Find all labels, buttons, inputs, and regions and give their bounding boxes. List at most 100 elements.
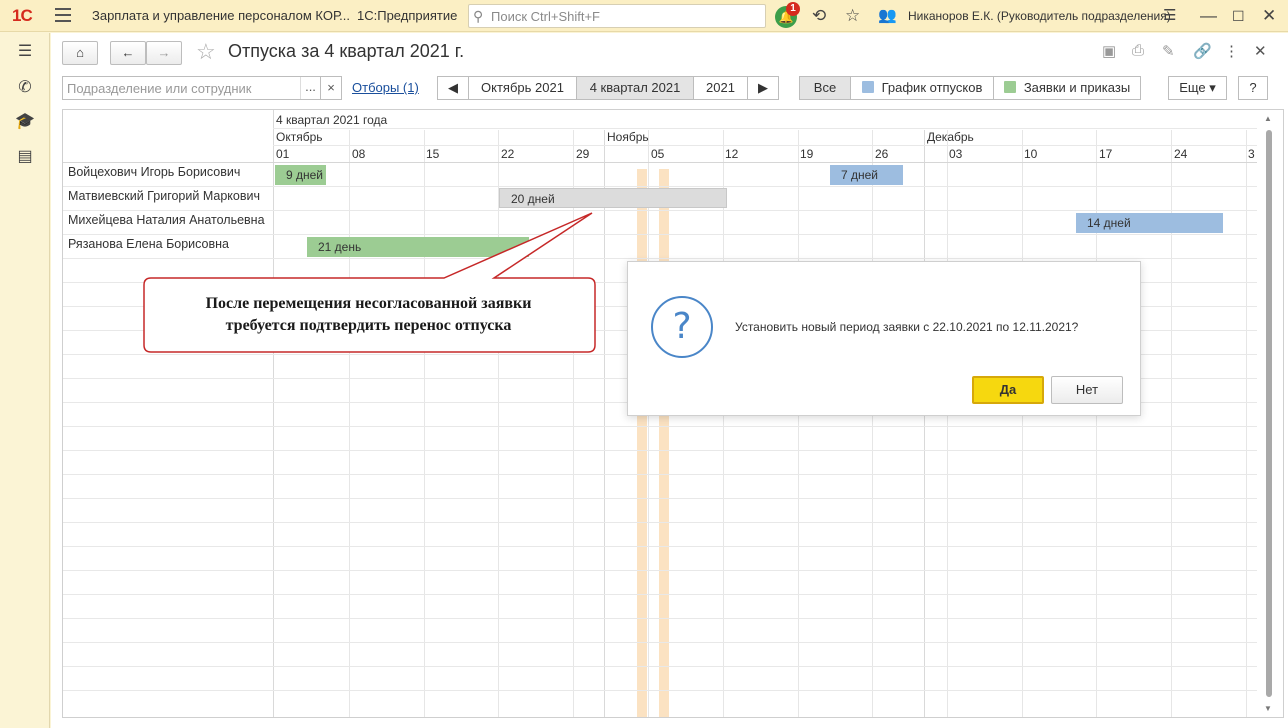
tab-q4-2021[interactable]: 4 квартал 2021	[576, 76, 694, 100]
header-line	[273, 128, 1257, 129]
history-icon[interactable]: ⟲	[812, 6, 826, 26]
filters-link[interactable]: Отборы (1)	[352, 80, 419, 95]
save-icon[interactable]: ▣	[1102, 42, 1116, 60]
day-label: 19	[800, 147, 814, 161]
employee-name[interactable]: Михейцева Наталия Анатольевна	[68, 213, 265, 227]
row-line	[63, 474, 1257, 475]
period-header: 4 квартал 2021 года	[276, 113, 388, 127]
graduation-cap-icon[interactable]: 🎓	[0, 111, 50, 131]
week-gridline	[648, 130, 649, 717]
current-user[interactable]: Никаноров Е.К. (Руководитель подразделен…	[908, 9, 1171, 23]
vertical-scrollbar[interactable]: ▲ ▼	[1258, 110, 1283, 717]
search-icon: ⚲	[473, 8, 484, 24]
period-next-button[interactable]: ▶	[747, 76, 779, 100]
day-label: 12	[725, 147, 739, 161]
question-icon: ?	[651, 296, 713, 358]
holiday-stripe	[659, 169, 669, 717]
row-line	[63, 546, 1257, 547]
month-gridline	[604, 130, 605, 717]
main-menu-icon[interactable]	[55, 8, 71, 26]
week-gridline	[573, 130, 574, 717]
holiday-stripe	[637, 169, 647, 717]
tab-vacation-schedule-label: График отпусков	[881, 80, 983, 95]
settings-menu-icon[interactable]: ☰	[1163, 6, 1176, 26]
employee-name[interactable]: Матвиевский Григорий Маркович	[68, 189, 260, 203]
scroll-down-icon[interactable]: ▼	[1264, 704, 1272, 713]
close-icon[interactable]: ✕	[1262, 6, 1276, 26]
filter-placeholder: Подразделение или сотрудник	[67, 81, 252, 96]
row-line	[63, 666, 1257, 667]
scroll-up-icon[interactable]: ▲	[1264, 114, 1272, 123]
period-prev-button[interactable]: ◀	[437, 76, 469, 100]
day-label: 29	[576, 147, 590, 161]
tab-all[interactable]: Все	[799, 76, 851, 100]
id-card-icon[interactable]: ▤	[0, 146, 50, 166]
green-legend-swatch	[1003, 81, 1016, 93]
week-gridline	[349, 130, 350, 717]
help-button[interactable]: ?	[1238, 76, 1268, 100]
day-label: 03	[949, 147, 963, 161]
scroll-thumb[interactable]	[1266, 130, 1272, 697]
more-vert-icon[interactable]: ⋮	[1224, 42, 1239, 60]
global-search-input[interactable]: ⚲ Поиск Ctrl+Shift+F	[468, 4, 766, 28]
link-icon[interactable]: 🔗	[1193, 42, 1212, 60]
callout-line-1: После перемещения несогласованной заявки	[205, 295, 532, 312]
tab-vacation-schedule[interactable]: График отпусков	[850, 76, 994, 100]
week-gridline	[798, 130, 799, 717]
week-gridline	[498, 130, 499, 717]
employee-name[interactable]: Войцехович Игорь Борисович	[68, 165, 240, 179]
row-line	[63, 498, 1257, 499]
close-form-icon[interactable]: ✕	[1254, 42, 1267, 60]
tab-requests-orders[interactable]: Заявки и приказы	[993, 76, 1141, 100]
week-gridline	[872, 130, 873, 717]
row-line	[63, 450, 1257, 451]
row-line	[63, 618, 1257, 619]
more-button[interactable]: Еще ▾	[1168, 76, 1227, 100]
forward-button[interactable]: →	[146, 41, 182, 65]
employee-name[interactable]: Рязанова Елена Борисовна	[68, 237, 229, 251]
favorite-star-icon[interactable]: ☆	[196, 39, 216, 65]
vacation-bar[interactable]: 14 дней	[1076, 213, 1223, 233]
employee-filter-input[interactable]: Подразделение или сотрудник ...	[62, 76, 342, 100]
user-icon[interactable]: 👥	[878, 6, 897, 26]
yes-button[interactable]: Да	[972, 376, 1044, 404]
confirm-dialog: ? Установить новый период заявки с 22.10…	[627, 261, 1141, 416]
callout-text: После перемещения несогласованной заявки…	[146, 293, 591, 337]
header-line	[273, 145, 1257, 146]
edit-icon[interactable]: ✎	[1162, 42, 1175, 60]
vacation-bar[interactable]: 21 день	[307, 237, 529, 257]
platform-title: 1С:Предприятие	[357, 8, 458, 23]
home-button[interactable]: ⌂	[62, 41, 98, 65]
vacation-bar[interactable]: 7 дней	[830, 165, 903, 185]
maximize-icon[interactable]: ☐	[1232, 6, 1245, 26]
row-line	[63, 522, 1257, 523]
filter-select-button[interactable]: ...	[300, 77, 320, 99]
tab-october-2021[interactable]: Октябрь 2021	[468, 76, 577, 100]
sections-menu-icon[interactable]: ☰	[0, 41, 50, 61]
row-line	[63, 234, 1257, 235]
print-icon[interactable]: ⎙	[1132, 42, 1144, 59]
row-line	[63, 162, 1257, 163]
tab-year-2021[interactable]: 2021	[693, 76, 748, 100]
week-gridline	[1022, 130, 1023, 717]
week-gridline	[723, 130, 724, 717]
vacation-bar-dragged[interactable]: 20 дней	[499, 188, 727, 208]
day-label: 01	[276, 147, 290, 161]
minimize-icon[interactable]: —	[1200, 6, 1217, 26]
favorites-star-icon[interactable]: ☆	[845, 6, 860, 26]
sidebar: ☰ ✆ 🎓 ▤	[0, 33, 50, 728]
row-line	[63, 258, 1257, 259]
day-label: 22	[501, 147, 515, 161]
page-title: Отпуска за 4 квартал 2021 г.	[228, 41, 465, 61]
callout-line-2: требуется подтвердить перенос отпуска	[225, 317, 512, 334]
phone-icon[interactable]: ✆	[0, 77, 50, 97]
no-button[interactable]: Нет	[1051, 376, 1123, 404]
month-december: Декабрь	[927, 130, 974, 144]
top-bar: 1С Зарплата и управление персоналом КОР.…	[0, 0, 1288, 32]
dialog-message: Установить новый период заявки с 22.10.2…	[735, 320, 1079, 334]
back-button[interactable]: ←	[110, 41, 146, 65]
filter-clear-button[interactable]: ×	[320, 76, 342, 100]
vacation-bar[interactable]: 9 дней	[275, 165, 326, 185]
month-november: Ноябрь	[607, 130, 649, 144]
day-label: 26	[875, 147, 889, 161]
